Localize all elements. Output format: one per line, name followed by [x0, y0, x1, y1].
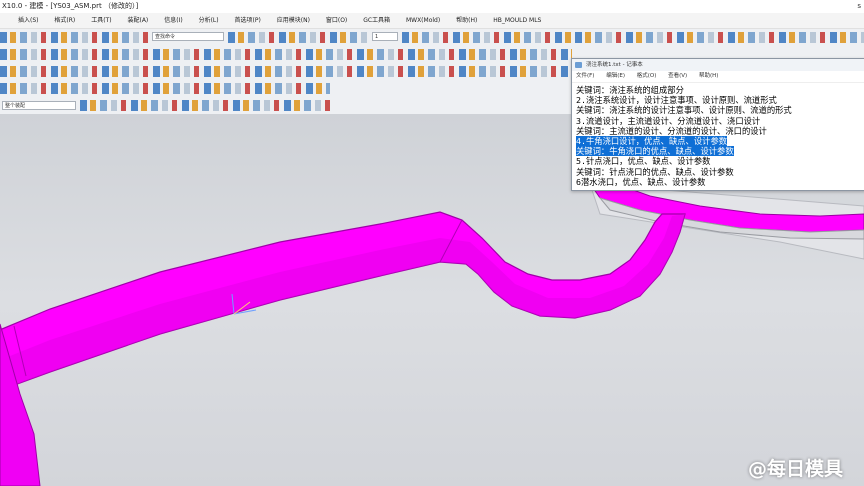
toolbar-icons-analysis[interactable] [402, 32, 572, 43]
toolbar-icons-standard[interactable] [0, 32, 150, 43]
menu-insert[interactable]: 插入(S) [18, 13, 39, 28]
menu-application[interactable]: 应用模块(N) [277, 13, 310, 28]
menu-assembly[interactable]: 装配(A) [127, 13, 148, 28]
notepad-line-selected: 关键词：牛角浇口的优点、缺点、设计参数 [576, 146, 734, 157]
menu-info[interactable]: 信息(I) [164, 13, 182, 28]
notepad-menu-view[interactable]: 查看(V) [668, 73, 687, 79]
menu-help[interactable]: 帮助(H) [456, 13, 477, 28]
window-corner-text: s [857, 2, 861, 10]
menu-format[interactable]: 格式(R) [54, 13, 75, 28]
watermark: @每日模具 [748, 458, 844, 480]
notepad-title-bar[interactable]: 浇注系统1.txt - 记事本 [572, 59, 864, 71]
menu-analysis[interactable]: 分析(L) [199, 13, 219, 28]
menu-mwx-mold[interactable]: MWX(Mold) [406, 13, 440, 28]
notepad-window[interactable]: 浇注系统1.txt - 记事本 文件(F) 编辑(E) 格式(O) 查看(V) … [571, 58, 864, 191]
notepad-text-area[interactable]: 关键词：浇注系统的组成部分 2.浇注系统设计，设计注意事项、设计原则、流道形式 … [572, 83, 864, 187]
command-search-input[interactable]: 查找命令 [152, 32, 224, 41]
menu-window[interactable]: 窗口(O) [326, 13, 347, 28]
toolbar-icons-features[interactable] [0, 49, 572, 60]
notepad-line: 关键词：针点浇口的优点、缺点、设计参数 [576, 166, 734, 177]
toolbar-icons-view[interactable] [228, 32, 368, 43]
title-bar: X10.0 - 建模 - [YS03_ASM.prt （修改的）] s [0, 0, 864, 13]
toolbar-icons-sketch[interactable] [575, 32, 864, 43]
notepad-menu-format[interactable]: 格式(O) [637, 73, 657, 79]
notepad-menu-edit[interactable]: 编辑(E) [606, 73, 625, 79]
notepad-line: 关键词：浇注系统的设计注意事项、设计原则、流道的形式 [576, 105, 792, 116]
notepad-menu-help[interactable]: 帮助(H) [699, 73, 718, 79]
runner-tube [0, 211, 686, 486]
toolbar-icons-selection[interactable] [80, 100, 330, 111]
notepad-line: 3.流道设计，主流道设计、分流道设计、浇口设计 [576, 115, 761, 126]
toolbar-row-1: 查找命令 1 [0, 29, 864, 47]
menu-gc-toolkit[interactable]: GC工具箱 [363, 13, 390, 28]
layer-select[interactable]: 1 [372, 32, 398, 41]
window-title: X10.0 - 建模 - [YS03_ASM.prt （修改的）] [2, 2, 139, 10]
menu-tools[interactable]: 工具(T) [91, 13, 111, 28]
notepad-line: 5.针点浇口，优点、缺点、设计参数 [576, 156, 711, 167]
notepad-icon [575, 62, 582, 68]
toolbar-icons-edit[interactable] [0, 83, 330, 94]
notepad-line: 关键词：浇注系统的组成部分 [576, 85, 684, 95]
menu-hb-mould[interactable]: HB_MOULD MLS [493, 13, 541, 28]
notepad-line: 6潜水浇口，优点、缺点、设计参数 [576, 176, 706, 187]
notepad-line: 2.浇注系统设计，设计注意事项、设计原则、流道形式 [576, 95, 777, 106]
toolbar-icons-surface[interactable] [0, 66, 572, 77]
selection-filter-select[interactable]: 整个装配 [2, 101, 76, 110]
menu-bar: 插入(S) 格式(R) 工具(T) 装配(A) 信息(I) 分析(L) 首选项(… [0, 13, 864, 29]
notepad-title: 浇注系统1.txt - 记事本 [586, 62, 643, 68]
notepad-line-selected: 4.牛角浇口设计，优点、缺点、设计参数 [576, 136, 728, 147]
notepad-line: 关键词：主流道的设计、分流道的设计、浇口的设计 [576, 125, 767, 136]
notepad-menu-file[interactable]: 文件(F) [576, 73, 594, 79]
notepad-menu-bar: 文件(F) 编辑(E) 格式(O) 查看(V) 帮助(H) [572, 71, 864, 83]
menu-preferences[interactable]: 首选项(P) [235, 13, 261, 28]
